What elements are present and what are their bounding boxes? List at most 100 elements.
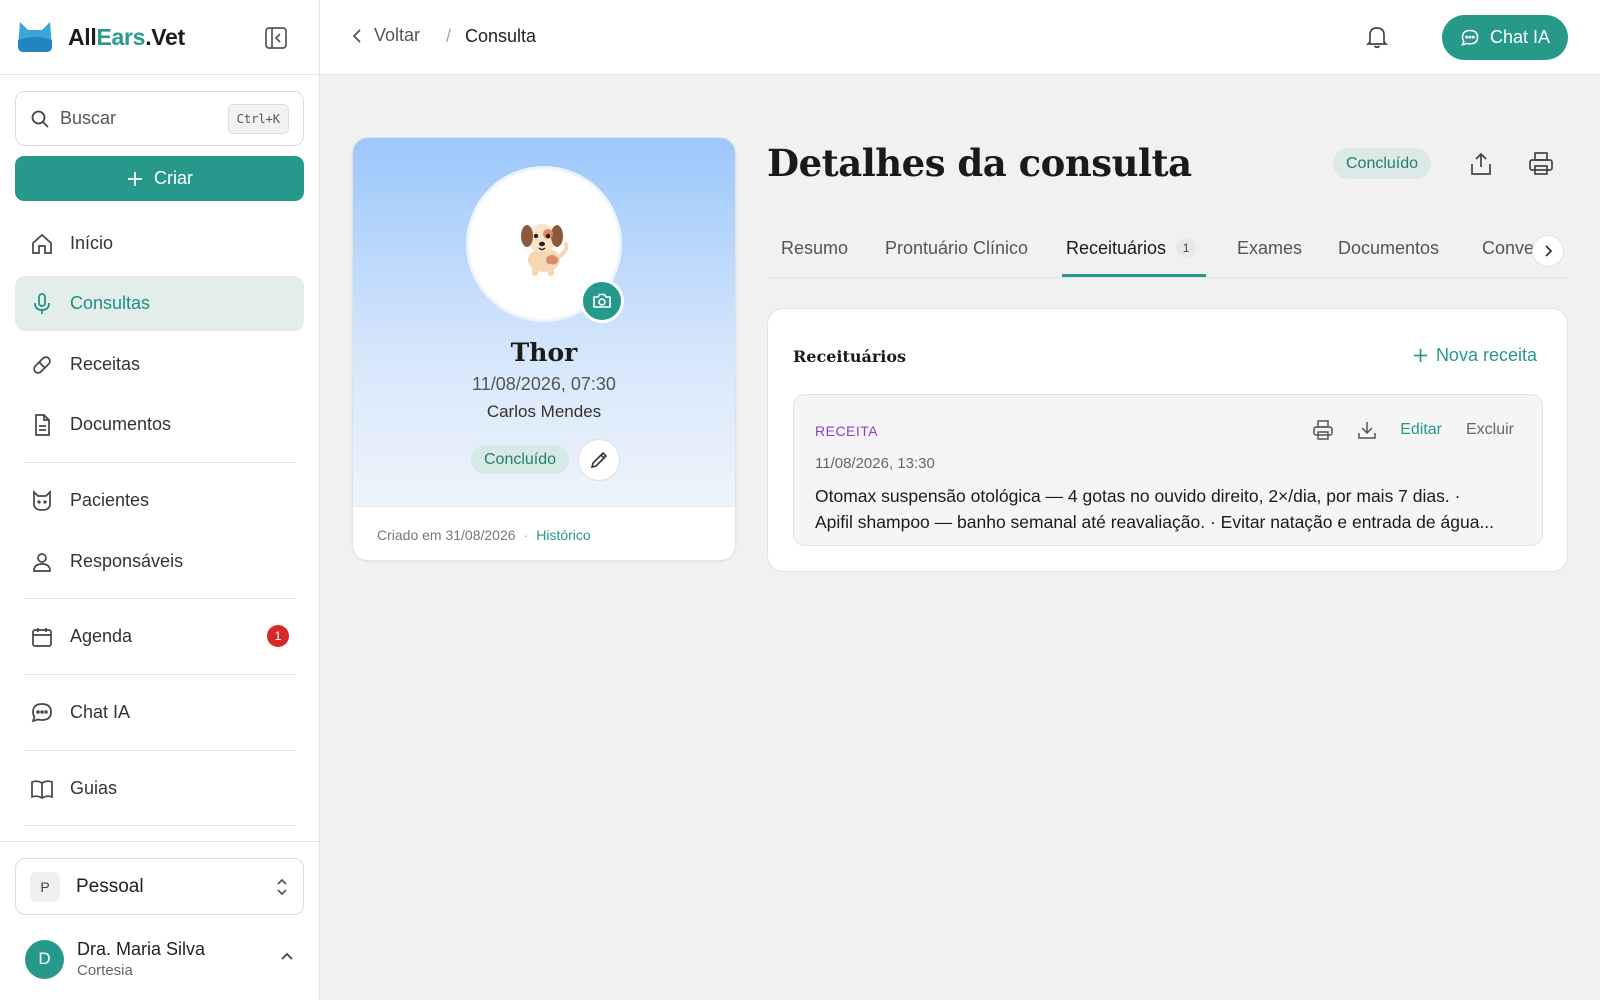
- microphone-icon: [34, 292, 50, 314]
- sidebar-item-label: Agenda: [70, 626, 133, 646]
- sidebar: AllEars.Vet Buscar Ctrl+K Criar Início C…: [0, 0, 320, 1000]
- download-icon[interactable]: [1356, 419, 1378, 441]
- pet-name: Thor: [510, 338, 578, 367]
- prescription-type: RECEITA: [815, 423, 879, 439]
- prescription-line: Otomax suspensão otológica — 4 gotas no …: [815, 486, 1461, 506]
- workspace-avatar: P: [30, 871, 60, 902]
- chevron-up-icon: [281, 952, 293, 960]
- chevron-updown-icon: [277, 878, 287, 895]
- workspace-selector[interactable]: P Pessoal: [15, 858, 304, 915]
- change-photo-button[interactable]: [580, 279, 624, 323]
- sidebar-footer: P Pessoal D Dra. Maria Silva Cortesia: [0, 841, 320, 1000]
- prescription-text: Otomax suspensão otológica — 4 gotas no …: [815, 483, 1515, 535]
- status-badge: Concluído: [1333, 148, 1432, 179]
- sidebar-item-responsaveis[interactable]: Responsáveis: [15, 534, 304, 589]
- printer-icon[interactable]: [1312, 419, 1334, 441]
- logo-icon: [18, 22, 52, 52]
- tab-conversas[interactable]: Conve: [1482, 238, 1534, 259]
- search-placeholder: Buscar: [60, 108, 117, 128]
- topbar: Voltar / Consulta Chat IA: [320, 0, 1600, 75]
- tab-label: Receituários: [1066, 238, 1167, 258]
- sidebar-item-chat-ia[interactable]: Chat IA: [15, 685, 304, 740]
- breadcrumb-current: Consulta: [465, 26, 537, 46]
- active-tab-indicator: [1062, 274, 1206, 277]
- tab-receituarios[interactable]: Receituários 1: [1066, 238, 1197, 259]
- pet-card: Thor 11/08/2026, 07:30 Carlos Mendes Con…: [352, 137, 736, 561]
- tab-documentos[interactable]: Documentos: [1338, 238, 1439, 259]
- calendar-icon: [32, 627, 52, 647]
- home-icon: [32, 233, 52, 254]
- prescription-date: 11/08/2026, 13:30: [815, 455, 935, 472]
- delete-prescription-button[interactable]: Excluir: [1466, 421, 1514, 439]
- page-title: Detalhes da consulta: [767, 141, 1192, 185]
- sidebar-item-documentos[interactable]: Documentos: [15, 397, 304, 452]
- user-icon: [33, 552, 51, 572]
- sidebar-item-pacientes[interactable]: Pacientes: [15, 473, 304, 528]
- new-prescription-label: Nova receita: [1435, 345, 1537, 365]
- create-button[interactable]: Criar: [15, 156, 304, 201]
- chevron-left-icon: [352, 28, 361, 43]
- sidebar-divider: [24, 750, 295, 751]
- pencil-icon: [590, 451, 608, 469]
- search-icon: [31, 110, 49, 128]
- search-shortcut: Ctrl+K: [227, 103, 289, 134]
- bell-icon[interactable]: [1364, 24, 1390, 50]
- sidebar-item-label: Documentos: [70, 414, 172, 434]
- back-label: Voltar: [374, 25, 421, 45]
- separator-dot: ·: [523, 526, 529, 543]
- sidebar-item-receitas[interactable]: Receitas: [15, 337, 304, 392]
- sidebar-item-label: Chat IA: [70, 702, 131, 722]
- chevron-right-icon: [1545, 245, 1553, 257]
- user-menu[interactable]: D Dra. Maria Silva Cortesia: [25, 934, 305, 984]
- sidebar-item-guias[interactable]: Guias: [15, 761, 304, 816]
- created-at: Criado em 31/08/2026: [377, 526, 516, 543]
- brand-name: AllEars.Vet: [68, 23, 185, 50]
- chat-ia-button[interactable]: Chat IA: [1442, 15, 1568, 60]
- printer-icon[interactable]: [1527, 150, 1555, 178]
- tab-prontuario-clinico[interactable]: Prontuário Clínico: [885, 238, 1028, 259]
- agenda-badge: 1: [267, 625, 289, 647]
- chat-ia-label: Chat IA: [1489, 27, 1551, 47]
- pet-card-footer: Criado em 31/08/2026 · Histórico: [353, 506, 735, 560]
- sidebar-divider: [24, 674, 295, 675]
- user-name: Dra. Maria Silva: [77, 939, 206, 959]
- avatar: D: [25, 939, 64, 979]
- prescriptions-panel: Receituários Nova receita RECEITA 11/08/…: [767, 308, 1568, 572]
- edit-button[interactable]: [578, 439, 620, 481]
- back-button[interactable]: Voltar: [350, 25, 420, 46]
- sidebar-item-label: Início: [70, 233, 114, 253]
- tabs: Resumo Prontuário Clínico Receituários 1 …: [767, 228, 1567, 278]
- prescription-card[interactable]: RECEITA 11/08/2026, 13:30 Otomax suspens…: [793, 394, 1543, 546]
- sidebar-divider: [24, 825, 295, 826]
- pet-card-header: Thor 11/08/2026, 07:30 Carlos Mendes Con…: [353, 138, 735, 506]
- edit-prescription-button[interactable]: Editar: [1400, 421, 1442, 439]
- dog-icon: [521, 224, 569, 276]
- prescription-actions: Editar Excluir: [1312, 419, 1514, 441]
- book-icon: [31, 779, 53, 799]
- share-icon[interactable]: [1467, 150, 1495, 178]
- new-prescription-button[interactable]: Nova receita: [1413, 345, 1537, 366]
- tab-resumo[interactable]: Resumo: [781, 238, 848, 259]
- chat-icon: [31, 702, 52, 722]
- pill-icon: [33, 355, 51, 374]
- sidebar-divider: [24, 462, 295, 463]
- history-link[interactable]: Histórico: [536, 527, 590, 543]
- sidebar-item-label: Responsáveis: [70, 551, 184, 571]
- sidebar-item-agenda[interactable]: Agenda 1: [15, 609, 304, 664]
- sidebar-item-label: Receitas: [70, 354, 141, 374]
- sidebar-item-consultas[interactable]: Consultas: [15, 276, 304, 331]
- breadcrumb-separator: /: [446, 26, 452, 46]
- sidebar-item-label: Guias: [70, 778, 118, 798]
- tab-count-badge: 1: [1176, 238, 1197, 258]
- panel-title: Receituários: [793, 347, 907, 366]
- create-label: Criar: [154, 168, 193, 188]
- search-input[interactable]: Buscar Ctrl+K: [15, 91, 304, 146]
- tab-exames[interactable]: Exames: [1237, 238, 1302, 259]
- document-icon: [35, 413, 50, 436]
- collapse-sidebar-icon[interactable]: [262, 24, 290, 52]
- sidebar-item-inicio[interactable]: Início: [15, 216, 304, 271]
- pet-owner: Carlos Mendes: [486, 402, 602, 421]
- tabs-scroll-right-button[interactable]: [1532, 235, 1564, 267]
- status-badge: Concluído: [471, 445, 570, 474]
- sidebar-item-label: Pacientes: [70, 490, 150, 510]
